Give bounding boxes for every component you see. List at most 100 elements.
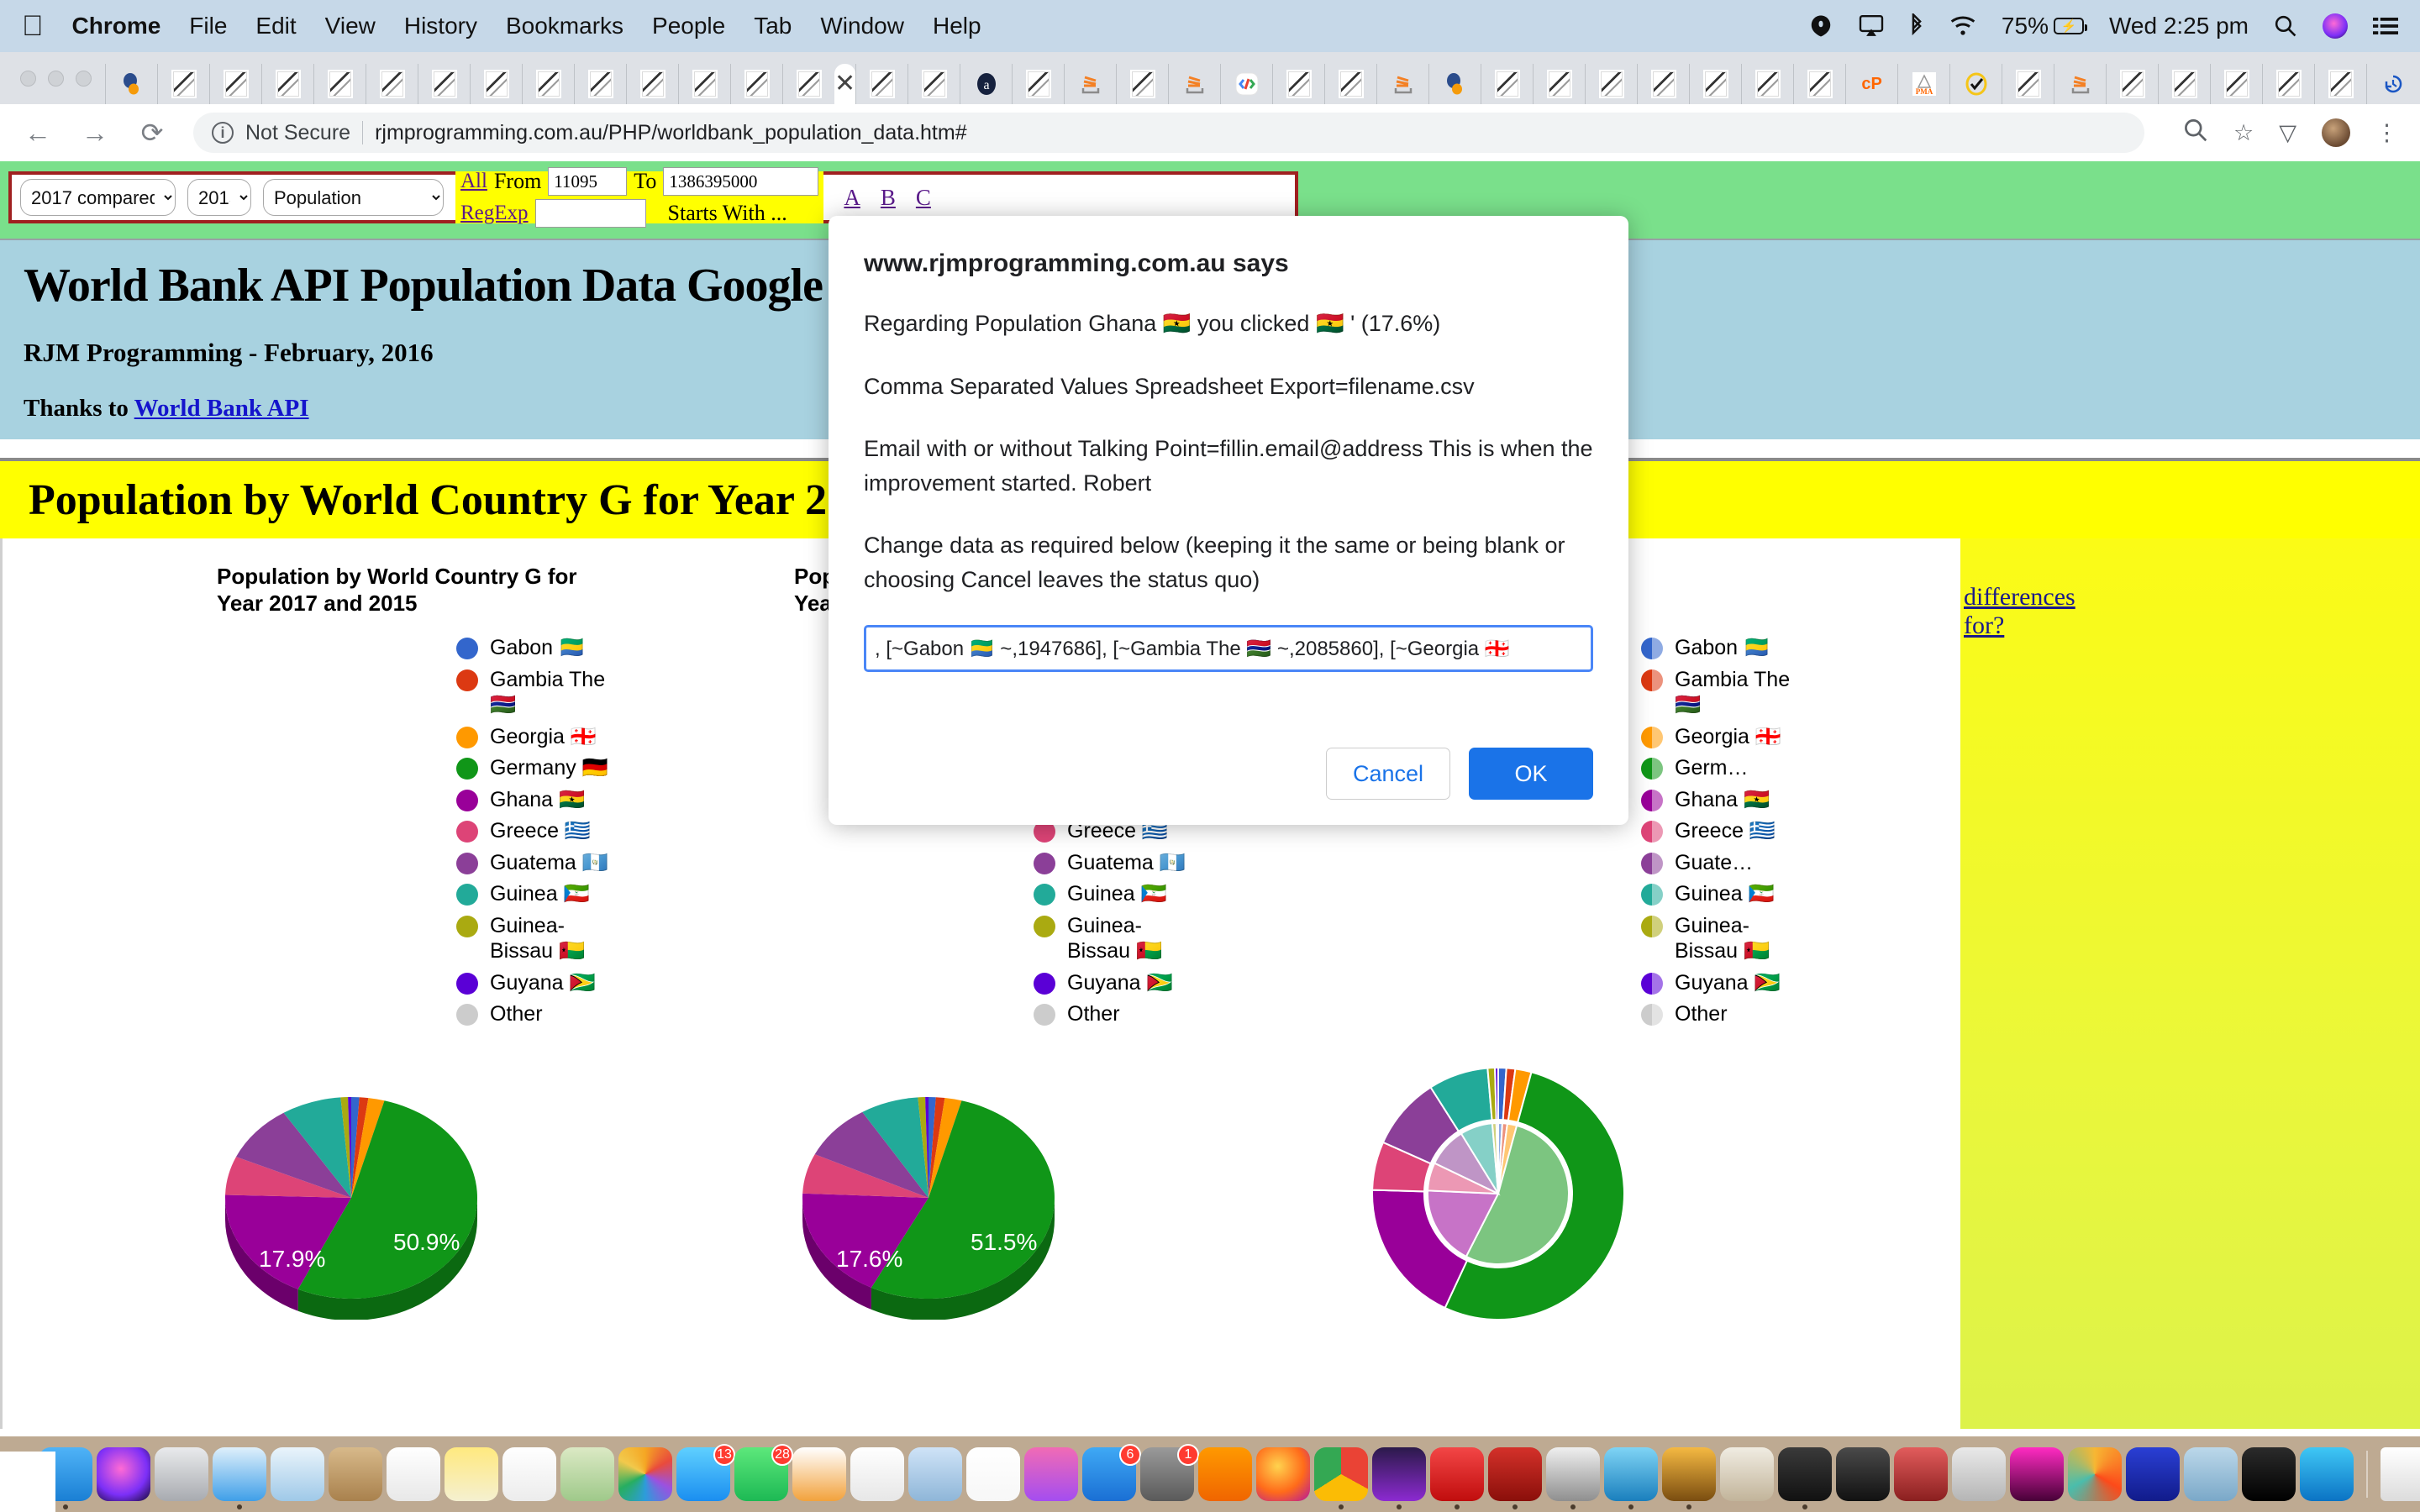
bookmark-star-icon[interactable]: ☆ (2233, 120, 2254, 146)
dock-icon-notes[interactable] (445, 1447, 498, 1501)
browser-tab[interactable] (1741, 64, 1793, 104)
menu-item-view[interactable]: View (325, 13, 376, 39)
legend-item[interactable]: Other (1641, 1001, 1801, 1027)
menu-item-bookmarks[interactable]: Bookmarks (506, 13, 623, 39)
apple-logo-icon[interactable]:  (22, 12, 44, 40)
browser-tab[interactable] (209, 64, 261, 104)
chart-2-pie[interactable] (790, 1084, 1067, 1320)
dock-icon-preview[interactable] (2184, 1447, 2238, 1501)
legend-item[interactable]: Greece 🇬🇷 (1641, 818, 1801, 844)
browser-tab[interactable] (1793, 64, 1845, 104)
legend-item[interactable]: Guatema 🇬🇹 (1034, 850, 1193, 876)
dock-icon-numbers[interactable] (850, 1447, 904, 1501)
dock-icon-maps[interactable] (560, 1447, 614, 1501)
dock-icon-reminders[interactable] (502, 1447, 556, 1501)
spotlight-search-icon[interactable] (2274, 14, 2297, 38)
all-link[interactable]: All (460, 170, 487, 193)
browser-tab[interactable] (626, 64, 678, 104)
close-tab-icon[interactable]: ✕ (834, 71, 855, 97)
dock-icon-pages[interactable] (792, 1447, 846, 1501)
browser-tab[interactable] (855, 64, 908, 104)
dock-icon-quicktime[interactable] (2300, 1447, 2354, 1501)
control-center-icon[interactable] (2373, 16, 2398, 36)
letter-link-c[interactable]: C (916, 185, 931, 211)
bluetooth-icon[interactable] (1909, 13, 1924, 39)
legend-item[interactable]: Greece 🇬🇷 (456, 818, 616, 844)
close-window-button[interactable] (20, 70, 36, 87)
browser-tab[interactable] (730, 64, 782, 104)
maximize-window-button[interactable] (76, 70, 92, 87)
browser-tab[interactable] (574, 64, 626, 104)
dock-icon-inkscape[interactable] (1836, 1447, 1890, 1501)
browser-tab[interactable] (2158, 64, 2210, 104)
legend-item[interactable]: Guinea-Bissau 🇬🇼 (456, 913, 616, 964)
dock-icon-sequel-pro[interactable] (1546, 1447, 1600, 1509)
minimize-window-button[interactable] (48, 70, 64, 87)
dock-icon-safari[interactable] (213, 1447, 266, 1509)
dock-icon-r-studio[interactable] (1952, 1447, 2006, 1501)
browser-tab[interactable] (522, 64, 574, 104)
differences-link[interactable]: differences for? (1964, 583, 2075, 640)
browser-tab[interactable] (1168, 64, 1220, 104)
menu-item-window[interactable]: Window (820, 13, 904, 39)
dock-icon-launchpad[interactable] (155, 1447, 208, 1501)
browser-tab[interactable] (313, 64, 366, 104)
dock-icon-app-store[interactable]: 6 (1082, 1444, 1141, 1501)
chart-1-pie[interactable] (213, 1084, 490, 1320)
menu-item-edit[interactable]: Edit (255, 13, 296, 39)
dock-icon-mail[interactable] (271, 1447, 324, 1501)
legend-item[interactable]: Germany 🇩🇪 (456, 755, 616, 781)
legend-item[interactable]: Georgia 🇬🇪 (456, 724, 616, 750)
dock-icon-itunes[interactable] (1024, 1447, 1078, 1501)
browser-tab[interactable] (1376, 64, 1428, 104)
forward-button[interactable]: → (79, 118, 111, 149)
profile-avatar[interactable] (2322, 118, 2350, 147)
dock-icon-downloads-stack[interactable] (2381, 1447, 2420, 1501)
malwarebytes-icon[interactable] (1808, 13, 1833, 39)
browser-tab[interactable] (1116, 64, 1168, 104)
legend-item[interactable]: Ghana 🇬🇭 (1641, 787, 1801, 813)
browser-tab[interactable] (1689, 64, 1741, 104)
dock-icon-keynote[interactable] (908, 1447, 962, 1501)
dialog-prompt-input[interactable] (864, 625, 1593, 672)
chrome-menu-icon[interactable]: ⋮ (2375, 120, 2398, 146)
dock-icon-filezilla[interactable] (1488, 1447, 1542, 1509)
dock-icon-photos[interactable] (618, 1447, 672, 1501)
legend-item[interactable]: Other (456, 1001, 616, 1027)
dock-icon-contacts[interactable] (329, 1447, 382, 1501)
dock-icon-messages[interactable]: 13 (676, 1444, 735, 1501)
dock-icon-photoshop[interactable] (1372, 1447, 1426, 1509)
ok-button[interactable]: OK (1469, 748, 1593, 800)
menubar-clock[interactable]: Wed 2:25 pm (2109, 13, 2249, 39)
dock-icon-amazon[interactable] (1198, 1447, 1252, 1501)
site-info-icon[interactable]: i (212, 122, 234, 144)
browser-tab[interactable]: a (960, 64, 1012, 104)
menu-item-people[interactable]: People (652, 13, 725, 39)
browser-tab[interactable] (105, 64, 157, 104)
browser-tab[interactable] (2054, 64, 2106, 104)
dock-icon-gimp[interactable] (1720, 1447, 1774, 1501)
legend-item[interactable]: Guatema 🇬🇹 (456, 850, 616, 876)
dock-icon-exec[interactable] (2242, 1447, 2296, 1501)
legend-item[interactable]: Gabon 🇬🇦 (456, 635, 616, 661)
browser-tab[interactable] (678, 64, 730, 104)
tab-active-worldbank[interactable]: ✕ (834, 64, 856, 104)
menu-item-help[interactable]: Help (933, 13, 981, 39)
dock-icon-facetime[interactable]: 28 (734, 1444, 793, 1501)
legend-item[interactable]: Guinea 🇬🇶 (456, 881, 616, 907)
browser-tab[interactable] (1272, 64, 1324, 104)
metric-select[interactable]: Population (263, 179, 444, 216)
legend-item[interactable]: Ghana 🇬🇭 (456, 787, 616, 813)
browser-tab[interactable] (1324, 64, 1376, 104)
browser-tab[interactable] (1428, 64, 1481, 104)
browser-tab[interactable] (1481, 64, 1533, 104)
address-bar[interactable]: i Not Secure rjmprogramming.com.au/PHP/w… (193, 113, 2145, 153)
regexp-input[interactable] (534, 199, 646, 228)
browser-tab[interactable] (2314, 64, 2366, 104)
dock-icon-illustrator[interactable] (1662, 1447, 1716, 1509)
browser-tab[interactable] (418, 64, 470, 104)
legend-item[interactable]: Guyana 🇬🇾 (456, 970, 616, 996)
browser-tab[interactable] (908, 64, 960, 104)
chart-3-donut[interactable] (1355, 1068, 1641, 1320)
dock-icon-dreamweaver[interactable] (1604, 1447, 1658, 1509)
